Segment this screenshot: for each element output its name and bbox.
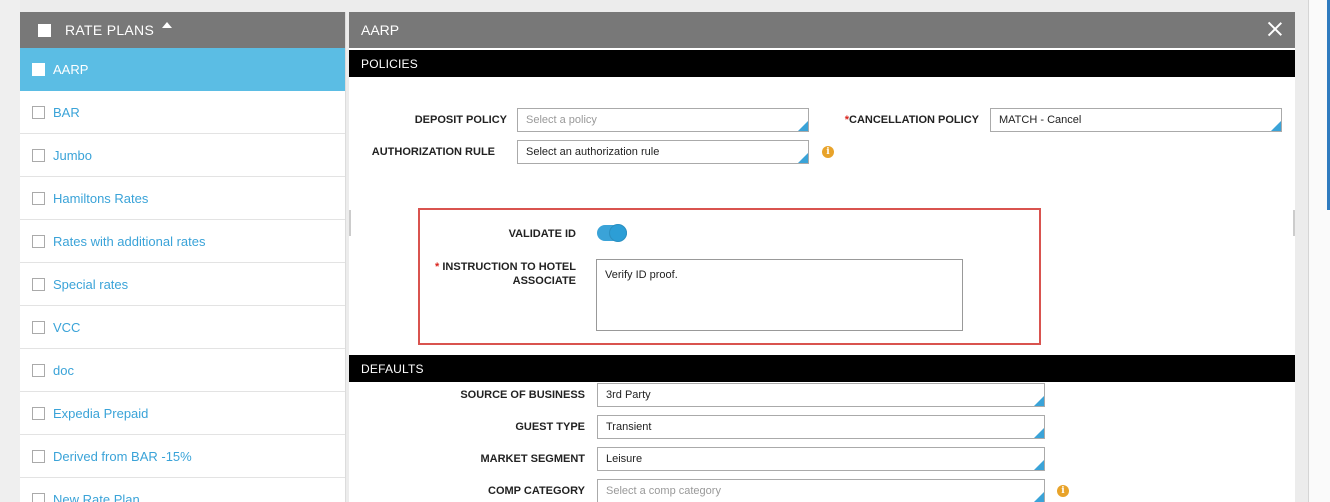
cancellation-policy-label: *CANCELLATION POLICY <box>827 114 979 126</box>
rate-plan-checkbox[interactable] <box>32 62 45 76</box>
instruction-label-line1: INSTRUCTION TO HOTEL <box>442 261 576 273</box>
rate-plan-checkbox[interactable] <box>32 320 45 334</box>
guest-type-value: Transient <box>606 421 652 433</box>
rate-plan-label: Rates with additional rates <box>53 233 206 249</box>
dropdown-corner-icon <box>1271 121 1281 131</box>
instruction-label-line2: ASSOCIATE <box>512 275 576 287</box>
select-all-checkbox[interactable] <box>38 23 51 37</box>
authorization-rule-label: AUTHORIZATION RULE <box>371 146 495 158</box>
market-segment-select[interactable]: Leisure <box>597 447 1045 471</box>
market-segment-value: Leisure <box>606 453 643 465</box>
dropdown-corner-icon <box>1034 492 1044 502</box>
defaults-section: DEFAULTS <box>349 355 1295 382</box>
rate-plan-item-new-rate-plan[interactable]: New Rate Plan <box>20 478 345 502</box>
instruction-textarea[interactable]: Verify ID proof. <box>596 259 963 331</box>
panel-divider-left <box>349 210 351 236</box>
rate-plan-label: Expedia Prepaid <box>53 405 149 421</box>
authorization-rule-select[interactable]: Select an authorization rule <box>517 140 809 164</box>
panel-divider-right <box>1293 210 1295 236</box>
dropdown-corner-icon <box>1034 460 1044 470</box>
rate-plan-label: BAR <box>53 104 80 120</box>
page-margin-left <box>0 0 20 502</box>
rate-plan-checkbox[interactable] <box>32 105 45 119</box>
cancellation-policy-value: MATCH - Cancel <box>999 114 1082 126</box>
toggle-knob <box>609 224 627 242</box>
detail-header: AARP <box>349 12 1295 48</box>
defaults-section-label: DEFAULTS <box>361 361 424 376</box>
rate-plan-item-hamiltons-rates[interactable]: Hamiltons Rates <box>20 177 345 220</box>
deposit-policy-label: DEPOSIT POLICY <box>414 114 507 126</box>
rate-plan-item-aarp[interactable]: AARP <box>20 48 345 91</box>
validate-id-label: VALIDATE ID <box>508 228 576 240</box>
dropdown-corner-icon <box>1034 396 1044 406</box>
policies-section-header: POLICIES <box>349 50 1295 77</box>
rate-plan-item-additional-rates[interactable]: Rates with additional rates <box>20 220 345 263</box>
comp-category-info-icon[interactable]: i <box>1057 485 1069 497</box>
rate-plan-checkbox[interactable] <box>32 406 45 420</box>
rate-plan-item-bar[interactable]: BAR <box>20 91 345 134</box>
rate-plans-header: RATE PLANS <box>20 12 345 48</box>
rate-plan-item-doc[interactable]: doc <box>20 349 345 392</box>
authorization-rule-value: Select an authorization rule <box>526 146 660 158</box>
validate-id-toggle[interactable] <box>597 224 627 242</box>
rate-plan-list: AARP BAR Jumbo Hamiltons Rates Rates wit… <box>20 48 345 502</box>
comp-category-select[interactable]: Select a comp category <box>597 479 1045 502</box>
rate-plan-checkbox[interactable] <box>32 191 45 205</box>
guest-type-select[interactable]: Transient <box>597 415 1045 439</box>
rate-plan-checkbox[interactable] <box>32 148 45 162</box>
guest-type-label: GUEST TYPE <box>515 421 585 433</box>
instruction-label: * INSTRUCTION TO HOTEL ASSOCIATE <box>409 260 576 288</box>
rate-plan-label: Special rates <box>53 276 129 292</box>
comp-category-placeholder: Select a comp category <box>606 485 721 497</box>
rate-plan-detail-panel: AARP POLICIES DEPOSIT POLICY Select a po… <box>349 12 1295 502</box>
rate-plan-checkbox[interactable] <box>32 234 45 248</box>
close-icon[interactable] <box>1267 21 1283 37</box>
rate-plans-header-label[interactable]: RATE PLANS <box>65 22 154 38</box>
policies-section-label: POLICIES <box>361 56 418 71</box>
rate-plan-label: Derived from BAR -15% <box>53 448 192 464</box>
cancellation-policy-label-text: CANCELLATION POLICY <box>849 114 979 126</box>
market-segment-label: MARKET SEGMENT <box>480 453 586 465</box>
rate-plans-panel: RATE PLANS AARP BAR Jumbo Hamiltons Rate… <box>20 12 346 502</box>
cancellation-policy-select[interactable]: MATCH - Cancel <box>990 108 1282 132</box>
source-of-business-value: 3rd Party <box>606 389 651 401</box>
source-of-business-select[interactable]: 3rd Party <box>597 383 1045 407</box>
rate-plan-label: AARP <box>53 61 89 77</box>
deposit-policy-select[interactable]: Select a policy <box>517 108 809 132</box>
dropdown-corner-icon <box>1034 428 1044 438</box>
dropdown-corner-icon <box>798 121 808 131</box>
app-frame: RATE PLANS AARP BAR Jumbo Hamiltons Rate… <box>0 0 1330 502</box>
detail-title: AARP <box>361 22 400 38</box>
rate-plan-label: Jumbo <box>53 147 93 163</box>
rate-plan-item-vcc[interactable]: VCC <box>20 306 345 349</box>
page-margin-right <box>1308 0 1330 502</box>
rate-plan-checkbox[interactable] <box>32 363 45 377</box>
sort-ascending-icon[interactable] <box>162 22 173 28</box>
rate-plan-label: Hamiltons Rates <box>53 190 149 206</box>
rate-plan-checkbox[interactable] <box>32 449 45 463</box>
rate-plan-item-jumbo[interactable]: Jumbo <box>20 134 345 177</box>
rate-plan-checkbox[interactable] <box>32 277 45 291</box>
rate-plan-item-special-rates[interactable]: Special rates <box>20 263 345 306</box>
dropdown-corner-icon <box>798 153 808 163</box>
deposit-policy-placeholder: Select a policy <box>526 114 597 126</box>
source-of-business-label: SOURCE OF BUSINESS <box>460 389 585 401</box>
authorization-info-icon[interactable]: i <box>822 146 834 158</box>
rate-plan-label: doc <box>53 362 74 378</box>
defaults-section-header: DEFAULTS <box>349 355 1295 382</box>
rate-plan-label: VCC <box>53 319 81 335</box>
rate-plan-item-expedia-prepaid[interactable]: Expedia Prepaid <box>20 392 345 435</box>
comp-category-label: COMP CATEGORY <box>488 485 585 497</box>
rate-plan-item-derived-from-bar[interactable]: Derived from BAR -15% <box>20 435 345 478</box>
rate-plan-label: New Rate Plan <box>53 491 140 502</box>
rate-plan-checkbox[interactable] <box>32 492 45 502</box>
